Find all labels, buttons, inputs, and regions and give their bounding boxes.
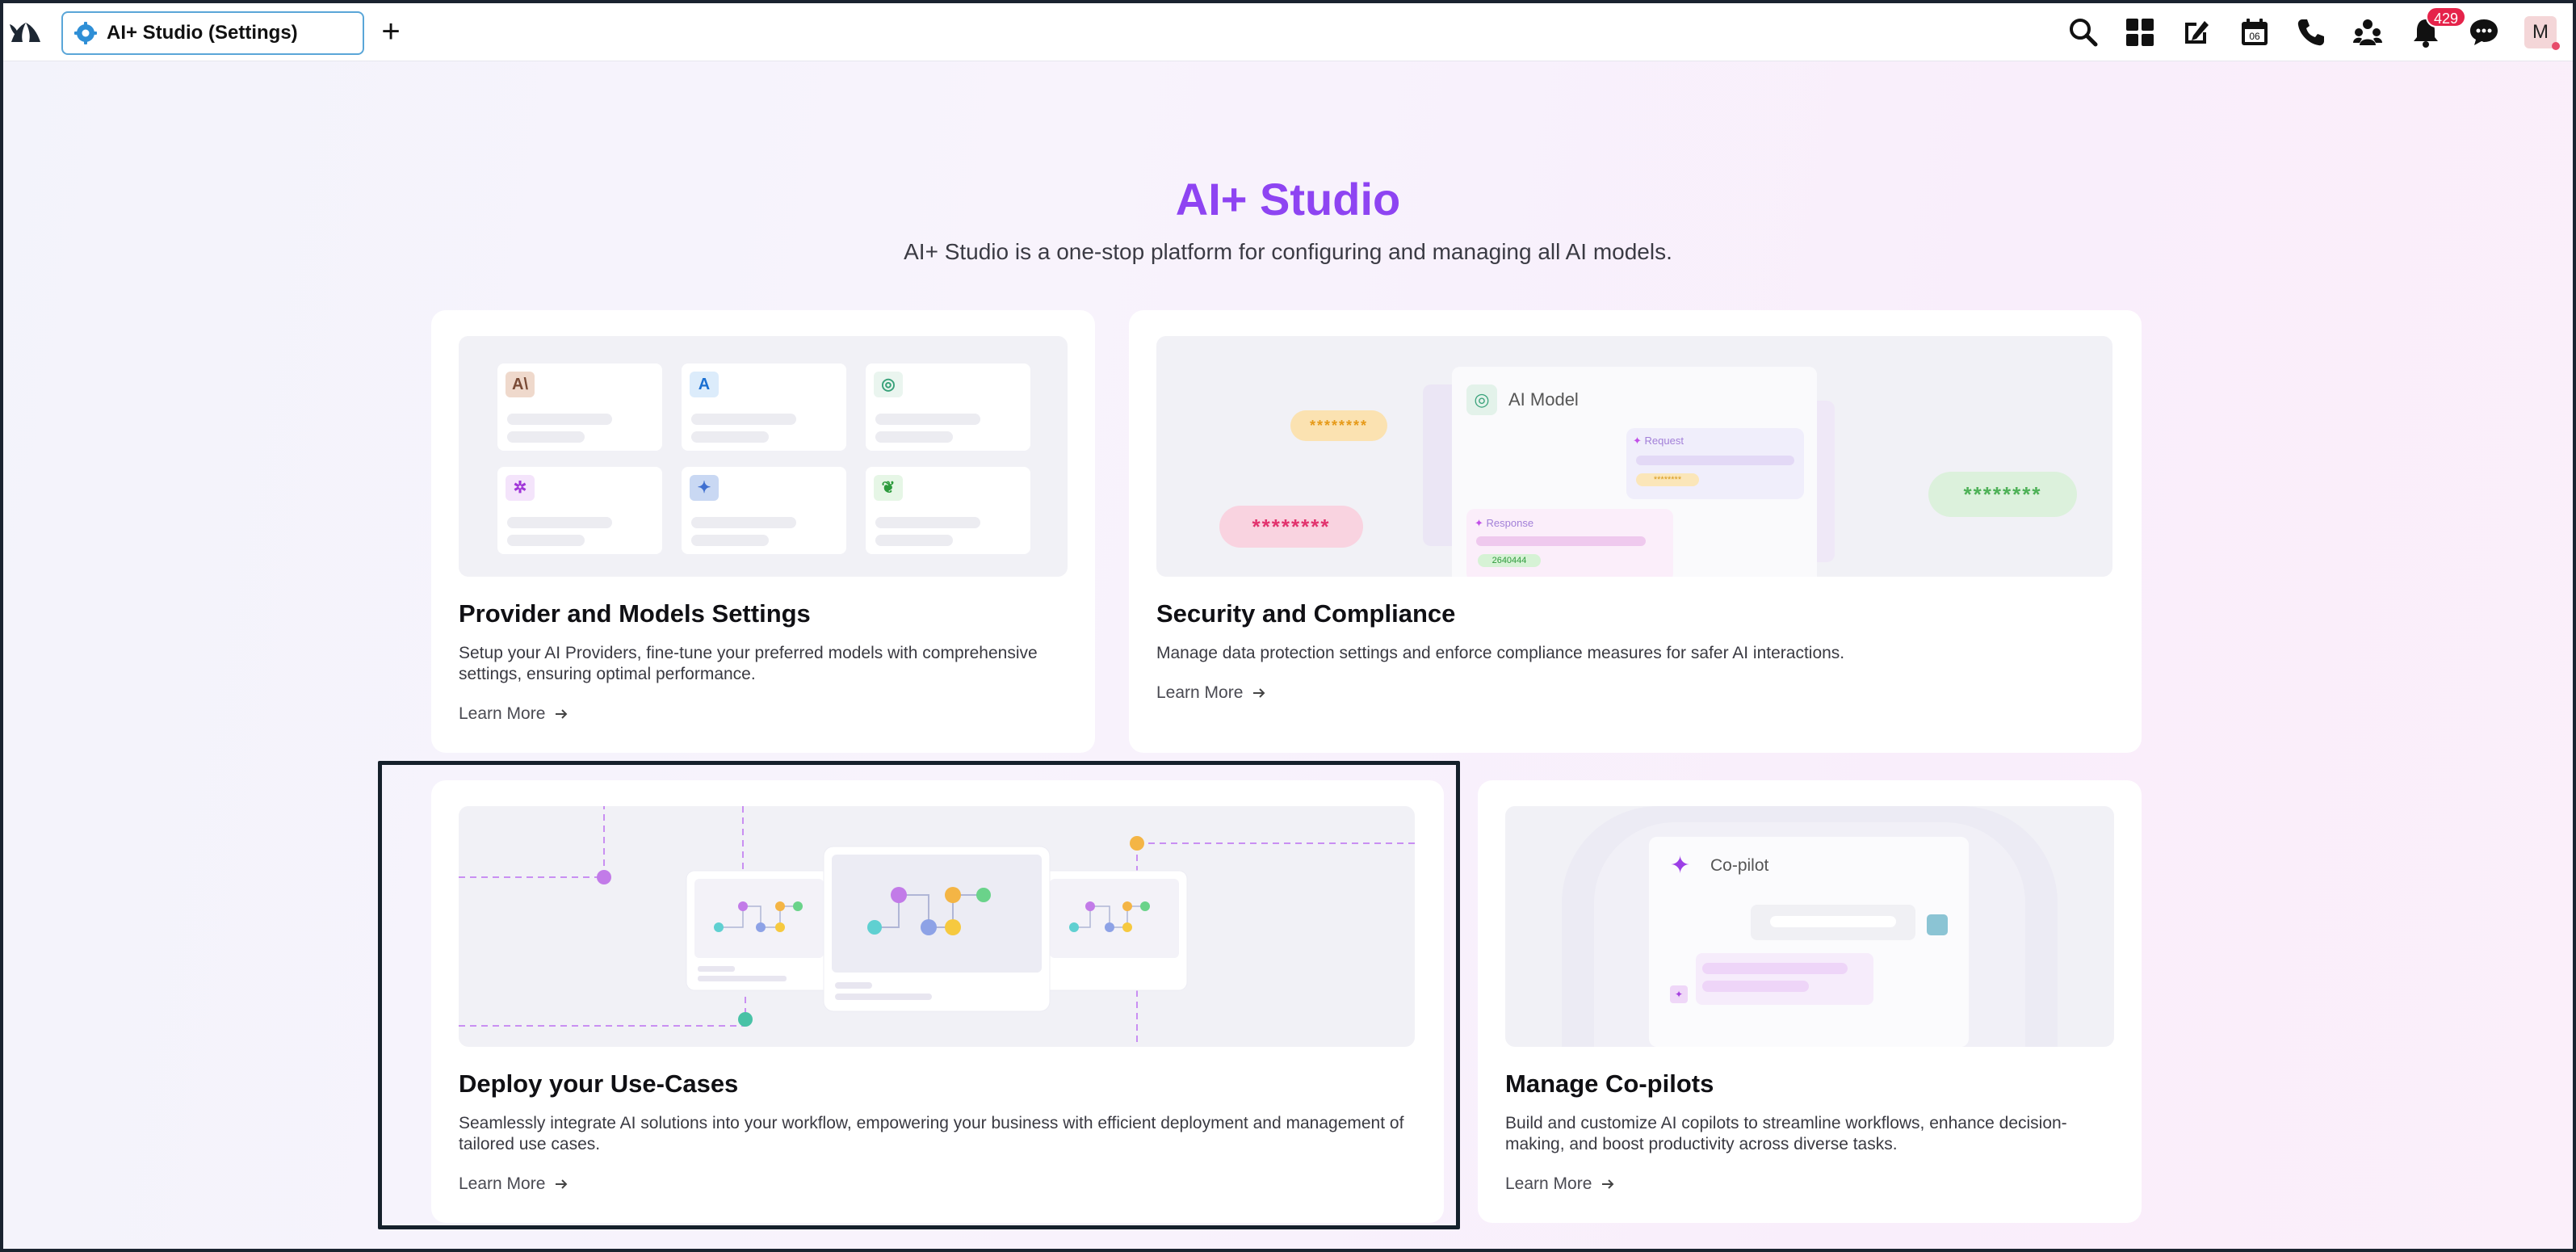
- copilot-panel: ✦ Co-pilot ✦: [1649, 837, 1969, 1047]
- card-provider-models[interactable]: A\ A ◎ ✲ ✦ ❦ Provider and Models Setting…: [431, 310, 1095, 753]
- apps-grid-icon[interactable]: [2124, 16, 2156, 48]
- user-avatar-icon: [1927, 914, 1948, 935]
- mask-small: ********: [1636, 473, 1699, 486]
- phone-icon[interactable]: [2295, 16, 2327, 48]
- card-description: Setup your AI Providers, fine-tune your …: [459, 644, 1038, 683]
- request-block: ✦ Request ********: [1626, 428, 1804, 499]
- learn-more-link[interactable]: Learn More: [459, 704, 569, 724]
- search-icon[interactable]: [2067, 16, 2100, 48]
- provider-illustration: A\ A ◎ ✲ ✦ ❦: [459, 336, 1068, 577]
- learn-more-link[interactable]: Learn More: [1156, 683, 1267, 703]
- sparkle-icon: ✦: [1670, 852, 1691, 879]
- copilot-small-icon: ✦: [1670, 985, 1688, 1003]
- copilot-label: Co-pilot: [1710, 856, 1769, 875]
- notification-badge: 429: [2426, 6, 2467, 27]
- app-window: AI+ Studio (Settings) + 06 429 M AI+ Stu…: [0, 0, 2576, 1252]
- provider-tile: ◎: [866, 363, 1030, 451]
- arrow-right-icon: [1602, 1179, 1614, 1189]
- card-description: Build and customize AI copilots to strea…: [1505, 1114, 2067, 1153]
- provider-tile: A\: [497, 363, 662, 451]
- card-title: Security and Compliance: [1156, 599, 1456, 628]
- security-illustration: ◎ AI Model ✦ Request ******** ✦ Response…: [1156, 336, 2112, 577]
- logo-icon[interactable]: [8, 18, 44, 47]
- add-tab-button[interactable]: +: [376, 15, 405, 48]
- mask-orange: ********: [1290, 410, 1387, 441]
- copilot-illustration: ✦ Co-pilot ✦: [1505, 806, 2114, 1047]
- gemini-icon: ✦: [690, 475, 719, 501]
- ai-model-label: AI Model: [1508, 389, 1579, 410]
- tab-label: AI+ Studio (Settings): [107, 22, 298, 44]
- presence-indicator: [2552, 42, 2560, 50]
- provider-tile: ❦: [866, 467, 1030, 554]
- provider-tile: A: [682, 363, 846, 451]
- zia-icon: ✲: [506, 475, 535, 501]
- card-title: Manage Co-pilots: [1505, 1069, 1714, 1098]
- request-label: Request: [1644, 435, 1684, 447]
- response-value: 2640444: [1478, 554, 1541, 567]
- calendar-icon[interactable]: 06: [2238, 16, 2271, 48]
- mask-pink: ********: [1219, 506, 1363, 548]
- top-bar: AI+ Studio (Settings) + 06 429 M: [3, 3, 2573, 61]
- provider-tile: ✦: [682, 467, 846, 554]
- team-icon[interactable]: [2352, 16, 2384, 48]
- response-block: ✦ Response 2640444: [1466, 509, 1673, 577]
- learn-more-label: Learn More: [459, 704, 546, 723]
- arrow-right-icon: [556, 709, 568, 719]
- learn-more-label: Learn More: [1505, 1174, 1592, 1193]
- card-manage-copilots[interactable]: ✦ Co-pilot ✦ Manage Co-pilots Build and …: [1478, 780, 2142, 1223]
- response-label: Response: [1486, 517, 1534, 529]
- chat-icon[interactable]: [2468, 16, 2500, 48]
- openai-icon: ◎: [1466, 384, 1497, 415]
- anthropic-icon: A\: [506, 372, 535, 397]
- card-title: Provider and Models Settings: [459, 599, 811, 628]
- learn-more-link[interactable]: Learn More: [1505, 1174, 1616, 1194]
- learn-more-label: Learn More: [1156, 683, 1244, 702]
- tab-ai-studio-settings[interactable]: AI+ Studio (Settings): [61, 11, 364, 55]
- selection-outline: [378, 761, 1460, 1229]
- gear-icon: [74, 22, 97, 44]
- page-subtitle: AI+ Studio is a one-stop platform for co…: [904, 239, 1672, 264]
- openai-icon: ◎: [874, 372, 903, 397]
- page-title: AI+ Studio: [1175, 174, 1401, 225]
- mask-green: ********: [1928, 472, 2077, 517]
- calendar-day: 06: [2249, 31, 2260, 42]
- card-description: Manage data protection settings and enfo…: [1156, 644, 1845, 662]
- compose-icon[interactable]: [2180, 16, 2213, 48]
- leaf-model-icon: ❦: [874, 475, 903, 501]
- provider-tile: ✲: [497, 467, 662, 554]
- card-security-compliance[interactable]: ◎ AI Model ✦ Request ******** ✦ Response…: [1129, 310, 2142, 753]
- azure-icon: A: [690, 372, 719, 397]
- arrow-right-icon: [1253, 688, 1265, 698]
